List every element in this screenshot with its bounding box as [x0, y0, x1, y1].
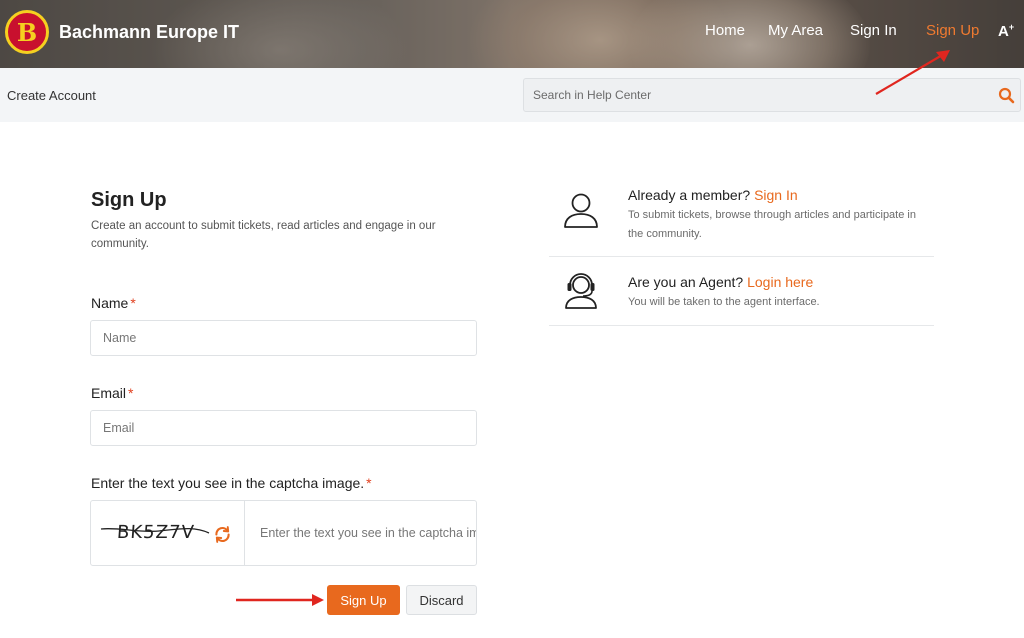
captcha-noise-line	[100, 527, 210, 534]
agent-subtext: You will be taken to the agent interface…	[628, 296, 820, 308]
member-title: Already a member? Sign In	[628, 187, 798, 203]
captcha-box: BK5Z7V	[90, 500, 477, 566]
member-row: Already a member? Sign In To submit tick…	[549, 172, 934, 257]
font-size-label: A	[998, 23, 1009, 40]
search-input[interactable]	[533, 88, 983, 102]
captcha-image: BK5Z7V	[91, 501, 245, 565]
name-field-wrap	[90, 320, 477, 356]
refresh-captcha-icon[interactable]	[212, 524, 233, 545]
agent-title: Are you an Agent? Login here	[628, 274, 813, 290]
search-icon[interactable]	[997, 86, 1017, 106]
required-mark: *	[128, 385, 134, 401]
captcha-input-wrap	[246, 501, 476, 565]
page-description: Create an account to submit tickets, rea…	[91, 220, 436, 250]
required-mark: *	[130, 295, 136, 311]
font-size-sup: +	[1008, 22, 1015, 32]
email-label: Email *	[91, 385, 133, 401]
nav-my-area[interactable]: My Area	[768, 22, 823, 39]
annotation-arrow-signup-button	[236, 594, 324, 606]
nav-sign-up[interactable]: Sign Up	[926, 22, 979, 39]
member-sign-in-link[interactable]: Sign In	[754, 187, 798, 203]
email-field[interactable]	[91, 411, 476, 445]
email-label-text: Email	[91, 385, 127, 401]
name-label: Name *	[91, 295, 136, 311]
required-mark: *	[366, 475, 372, 491]
discard-button[interactable]: Discard	[406, 585, 477, 615]
sign-up-button[interactable]: Sign Up	[327, 585, 400, 615]
logo-letter: B	[16, 17, 38, 47]
brand-name[interactable]: Bachmann Europe IT	[59, 22, 239, 43]
agent-headset-icon	[565, 273, 597, 309]
agent-row: Are you an Agent? Login here You will be…	[549, 257, 934, 326]
member-title-text: Already a member?	[628, 187, 751, 203]
member-subtext: To submit tickets, browse through articl…	[628, 209, 916, 240]
font-size-button[interactable]: A+	[998, 22, 1014, 40]
agent-title-text: Are you an Agent?	[628, 274, 744, 290]
nav-sign-in[interactable]: Sign In	[850, 22, 897, 39]
nav-home[interactable]: Home	[705, 22, 745, 39]
captcha-label: Enter the text you see in the captcha im…	[91, 475, 372, 491]
name-label-text: Name	[91, 295, 129, 311]
email-field-wrap	[90, 410, 477, 446]
breadcrumb: Create Account	[7, 88, 96, 103]
captcha-label-text: Enter the text you see in the captcha im…	[91, 475, 365, 491]
brand-logo[interactable]: B	[5, 10, 49, 54]
help-search	[523, 78, 1021, 112]
user-icon	[564, 193, 598, 228]
name-field[interactable]	[91, 321, 476, 355]
page-title: Sign Up	[91, 189, 167, 211]
agent-login-link[interactable]: Login here	[747, 274, 813, 290]
captcha-input[interactable]	[246, 501, 476, 565]
